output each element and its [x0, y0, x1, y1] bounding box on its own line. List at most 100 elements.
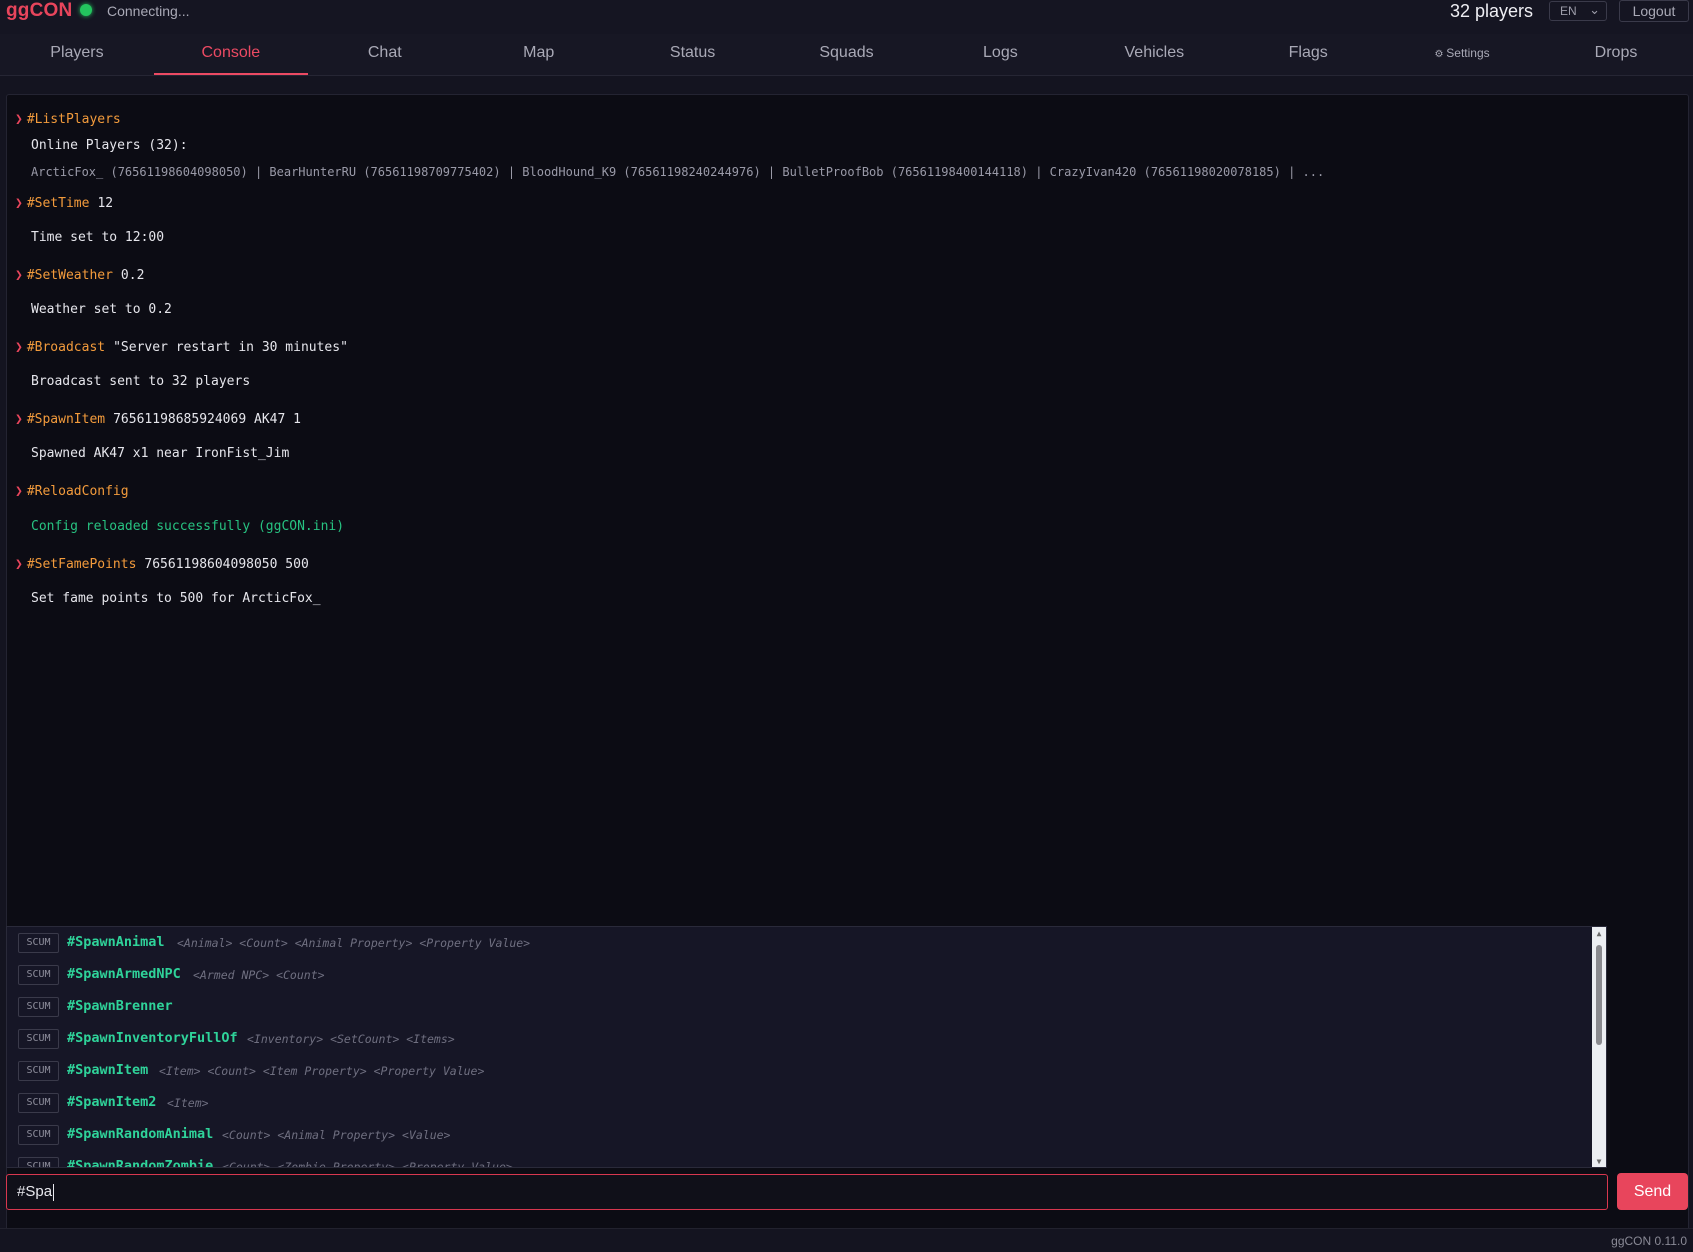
console-command: #SetWeather — [26, 268, 113, 283]
console-output-row: Set fame points to 500 for ArcticFox_ — [31, 591, 321, 606]
autocomplete-args: <Armed NPC> <Count> — [193, 968, 325, 982]
console-command-args: 12 — [97, 196, 114, 211]
console-command-args: "Server restart in 30 minutes" — [113, 340, 348, 355]
autocomplete-item[interactable]: SCUM #SpawnArmedNPC <Armed NPC> <Count> — [7, 959, 1597, 991]
prompt-chevron-icon: ❯ — [15, 340, 23, 355]
tab-label: Console — [201, 44, 261, 61]
autocomplete-item[interactable]: SCUM #SpawnItem <Item> <Count> <Item Prope… — [7, 1055, 1597, 1087]
game-tag-badge: SCUM — [18, 1125, 59, 1145]
tab-settings[interactable]: ⚙ Settings — [1385, 34, 1539, 75]
scroll-thumb[interactable] — [1596, 945, 1602, 1045]
footer: ggCON 0.11.0 — [0, 1228, 1693, 1252]
tab-chat[interactable]: Chat — [308, 34, 462, 75]
autocomplete-item[interactable]: SCUM #SpawnAnimal <Animal> <Count> <Animal… — [7, 927, 1597, 959]
autocomplete-item[interactable]: SCUM #SpawnRandomZombie <Count> <Zombie Pr… — [7, 1151, 1597, 1168]
autocomplete-item[interactable]: SCUM #SpawnInventoryFullOf <Inventory> <Se… — [7, 1023, 1597, 1055]
autocomplete-args: <Animal> <Count> <Animal Property> <Prop… — [177, 936, 531, 950]
command-input-value: #Spa — [17, 1183, 53, 1200]
console-output-row: Weather set to 0.2 — [31, 302, 172, 317]
gear-icon: ⚙ — [1434, 49, 1447, 60]
send-button[interactable]: Send — [1617, 1173, 1688, 1210]
scroll-down-icon[interactable]: ▼ — [1592, 1157, 1606, 1166]
tab-logs[interactable]: Logs — [923, 34, 1077, 75]
console-output-line: Time set to 12:00 — [31, 230, 165, 245]
autocomplete-item[interactable]: SCUM #SpawnBrenner — [7, 991, 1597, 1023]
tab-label: Players — [50, 44, 104, 61]
tab-players[interactable]: Players — [0, 34, 154, 75]
game-tag-badge: SCUM — [18, 965, 59, 985]
console-command: #SpawnItem — [26, 412, 106, 427]
autocomplete-list: SCUM #SpawnRandomZombie <Count> <Zombie Pr… — [6, 926, 1607, 1168]
tab-label: Logs — [983, 44, 1018, 61]
console-output-row: ArcticFox_ (76561198604098050) | BearHun… — [31, 165, 1324, 180]
tab-label: Chat — [367, 44, 402, 61]
autocomplete-args: <Count> <Zombie Property> <Property Valu… — [222, 1160, 513, 1168]
autocomplete-command: #SpawnInventoryFullOf — [67, 1030, 238, 1046]
console-command-line: ❯ #SpawnItem 76561198685924069 AK47 1 — [15, 412, 301, 427]
tab-label: Map — [523, 44, 555, 61]
tab-vehicles[interactable]: Vehicles — [1077, 34, 1231, 75]
language-select[interactable]: EN ⌄ — [1549, 1, 1607, 21]
autocomplete-command: #SpawnRandomAnimal — [67, 1126, 214, 1142]
game-tag-badge: SCUM — [18, 1093, 59, 1113]
console-command: #Broadcast — [26, 340, 106, 355]
prompt-chevron-icon: ❯ — [15, 196, 23, 211]
tab-label: Settings — [1446, 46, 1490, 60]
tab-squads[interactable]: Squads — [770, 34, 924, 75]
autocomplete-args: <Count> <Animal Property> <Value> — [222, 1128, 451, 1142]
main-tabs: Players Console Chat Map Status Squads Logs Veh… — [0, 34, 1693, 76]
autocomplete-command: #SpawnItem2 — [67, 1094, 157, 1110]
tab-flags[interactable]: Flags — [1231, 34, 1385, 75]
console-command: #ListPlayers — [26, 112, 121, 127]
console-output-line: ArcticFox_ (76561198604098050) | BearHun… — [31, 165, 1325, 179]
prompt-chevron-icon: ❯ — [15, 412, 23, 427]
console-output-row: Spawned AK47 x1 near IronFist_Jim — [31, 446, 289, 461]
console-output-line: Set fame points to 500 for ArcticFox_ — [31, 591, 321, 606]
console-output-line: Broadcast sent to 32 players — [31, 374, 251, 389]
console-command-args: 76561198685924069 AK47 1 — [113, 412, 301, 427]
autocomplete-item[interactable]: SCUM #SpawnRandomAnimal <Count> <Animal Pr… — [7, 1119, 1597, 1151]
console-command-args: 0.2 — [120, 268, 145, 283]
console-command: #SetFamePoints — [26, 557, 137, 572]
console-command-line: ❯ #ReloadConfig — [15, 484, 129, 499]
tab-label: Vehicles — [1124, 44, 1185, 61]
autocomplete-args: <Item> — [167, 1096, 209, 1110]
autocomplete-command: #SpawnItem — [67, 1062, 149, 1078]
tab-map[interactable]: Map — [462, 34, 616, 75]
top-bar: ggCON Connecting... 32 players EN ⌄ Logo… — [0, 0, 1693, 35]
console-output-line: Spawned AK47 x1 near IronFist_Jim — [31, 446, 290, 461]
version-label: ggCON 0.11.0 — [1611, 1234, 1687, 1248]
game-tag-badge: SCUM — [18, 1029, 59, 1049]
command-input[interactable]: #Spa — [6, 1174, 1608, 1210]
game-tag-badge: SCUM — [18, 1061, 59, 1081]
tab-label: Squads — [819, 44, 874, 61]
autocomplete-command: #SpawnRandomZombie — [67, 1158, 214, 1168]
console-command: #SetTime — [26, 196, 90, 211]
console-command-args: 76561198604098050 500 — [144, 557, 309, 572]
tab-drops[interactable]: Drops — [1539, 34, 1693, 75]
console-command-line: ❯ #Broadcast "Server restart in 30 minutes… — [15, 340, 348, 355]
autocomplete-item[interactable]: SCUM #SpawnItem2 <Item> — [7, 1087, 1597, 1119]
console-output-line: Config reloaded successfully (ggCON.ini) — [31, 519, 345, 534]
players-count: 32 players — [1449, 1, 1533, 21]
console-command-line: ❯ #SetWeather 0.2 — [15, 268, 144, 283]
logout-button[interactable]: Logout — [1619, 0, 1689, 22]
console-output-row: Time set to 12:00 — [31, 230, 164, 245]
console-output-line: Online Players (32): — [31, 138, 188, 153]
chevron-down-icon: ⌄ — [1589, 2, 1600, 17]
text-cursor — [53, 1183, 55, 1201]
console-command-line: ❯ #SetFamePoints 76561198604098050 500 — [15, 557, 309, 572]
autocomplete-args: <Item> <Count> <Item Property> <Property… — [159, 1064, 485, 1078]
tab-console[interactable]: Console — [153, 34, 308, 75]
connection-status-text: Connecting... — [107, 3, 190, 19]
console-command-line: ❯ #ListPlayers — [15, 112, 121, 127]
tab-status[interactable]: Status — [616, 34, 770, 75]
scroll-up-icon[interactable]: ▲ — [1592, 929, 1606, 938]
autocomplete-scrollbar[interactable]: ▲ ▼ — [1592, 927, 1606, 1167]
autocomplete-command: #SpawnArmedNPC — [67, 966, 181, 982]
game-tag-badge: SCUM — [18, 1157, 59, 1167]
prompt-chevron-icon: ❯ — [15, 268, 23, 283]
prompt-chevron-icon: ❯ — [15, 557, 23, 572]
tab-label: Drops — [1594, 44, 1638, 61]
game-tag-badge: SCUM — [18, 933, 59, 953]
